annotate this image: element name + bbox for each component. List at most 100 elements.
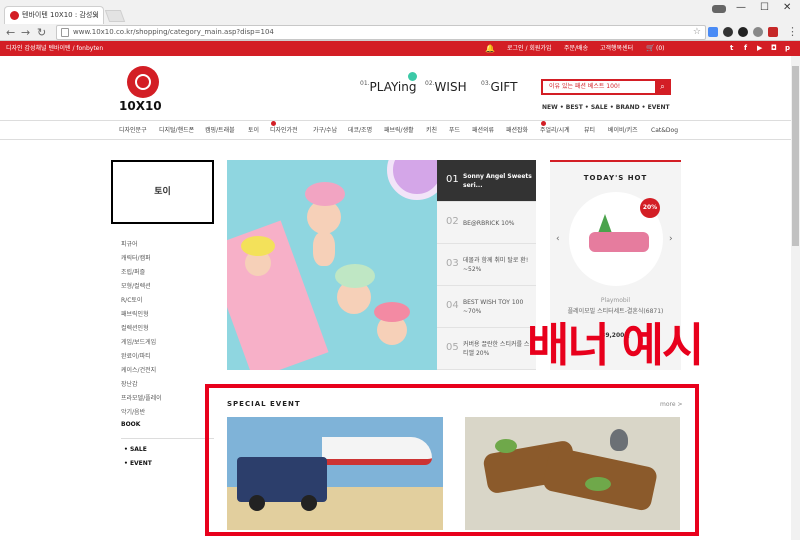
browser-tab[interactable]: 텐바이텐 10X10 : 감성의 × [4, 6, 104, 24]
category-item[interactable]: 가구/수납 [313, 121, 337, 140]
extension-pdf-icon[interactable] [768, 27, 778, 37]
sidebar-item[interactable]: 컬렉션인형 [121, 323, 149, 332]
category-title: 토이 [111, 160, 214, 224]
sidebar-item[interactable]: 완료이/파티 [121, 351, 151, 360]
favicon-icon [10, 11, 19, 20]
forward-button[interactable]: → [21, 26, 30, 39]
annotation-box [205, 384, 699, 536]
nav-label: PLAYing [369, 80, 417, 94]
banner-list-num: 02 [446, 216, 459, 227]
category-item[interactable]: 디자인문구 [119, 121, 147, 140]
nav-label: GIFT [490, 80, 518, 94]
logo-text[interactable]: 10X10 [119, 99, 162, 113]
category-item[interactable]: 캠핑/트래블 [205, 121, 235, 140]
sidebar-item-book[interactable]: BOOK [121, 421, 140, 428]
sidebar-item[interactable]: 장난감 [121, 379, 138, 388]
banner-doll-hat [241, 236, 275, 256]
tagline: 디자인 감성채널 텐바이텐 / fonbyten [6, 45, 104, 52]
sidebar-item[interactable]: 악기/음반 [121, 407, 145, 416]
address-bar[interactable]: www.10x10.co.kr/shopping/category_main.a… [56, 25, 706, 40]
notification-bell-icon[interactable]: 🔔 [485, 41, 495, 56]
category-item[interactable]: 패브릭/생활 [384, 121, 414, 140]
youtube-icon[interactable]: ▶ [757, 41, 762, 56]
banner-list-text: Sonny Angel Sweets seri... [463, 173, 532, 189]
scrollbar[interactable] [791, 56, 800, 540]
extension-icon[interactable] [738, 27, 748, 37]
banner-list-num: 04 [446, 300, 459, 311]
sidebar-item[interactable]: 모형/컬렉션 [121, 281, 151, 290]
sidebar-item-event[interactable]: • EVENT [124, 460, 152, 467]
category-nav: 디자인문구 디지털/핸드폰 캠핑/트래블 토이 디자인가전 가구/수납 데코/조… [0, 120, 800, 140]
maximize-button[interactable]: ☐ [760, 2, 769, 13]
back-button[interactable]: ← [6, 26, 15, 39]
search-icon[interactable]: ⌕ [655, 80, 670, 94]
sidebar-item[interactable]: 게임/보드게임 [121, 337, 156, 346]
extension-icon[interactable] [723, 27, 733, 37]
category-item[interactable]: 데코/조명 [348, 121, 372, 140]
banner-list-item[interactable]: 01 Sonny Angel Sweets seri... [437, 160, 536, 202]
extension-translate-icon[interactable] [708, 27, 718, 37]
sidebar-item-sale[interactable]: • SALE [124, 446, 147, 453]
sidebar-item[interactable]: 캐릭터/캠퍼 [121, 253, 151, 262]
pinterest-icon[interactable]: p [785, 41, 790, 56]
close-window-button[interactable]: ✕ [783, 2, 791, 13]
banner-list-num: 05 [446, 342, 459, 353]
nav-num: 02. [425, 80, 435, 87]
browser-menu-icon[interactable]: ⋮ [787, 25, 798, 38]
category-item[interactable]: 디지털/핸드폰 [159, 121, 194, 140]
new-tab-button[interactable] [104, 10, 126, 22]
sidebar-item[interactable]: 케이스/건전지 [121, 365, 156, 374]
cart-count[interactable]: (0) [656, 41, 665, 56]
twitter-icon[interactable]: t [730, 41, 733, 56]
extension-icon[interactable] [753, 27, 763, 37]
top-utility-bar: 디자인 감성채널 텐바이텐 / fonbyten 🔔 로그인 / 회원가입 주문… [0, 41, 800, 56]
category-item[interactable]: 뷰티 [584, 121, 595, 140]
main-banner-image[interactable] [227, 160, 437, 370]
new-badge-icon [408, 72, 417, 81]
banner-list-item[interactable]: 05 커버용 끌란한 스티커를 스티앨 20% [437, 328, 536, 370]
category-item[interactable]: 베이비/키즈 [608, 121, 638, 140]
prev-arrow-icon[interactable]: ‹ [556, 234, 560, 244]
category-item[interactable]: 푸드 [449, 121, 460, 140]
scrollbar-thumb[interactable] [792, 66, 799, 246]
banner-candy [387, 160, 437, 200]
quick-links[interactable]: NEW • BEST • SALE • BRAND • EVENT [542, 104, 670, 111]
customer-center-link[interactable]: 고객행복센터 [600, 41, 633, 56]
banner-doll-hat [374, 302, 410, 322]
minimize-button[interactable]: — [736, 2, 746, 13]
category-item[interactable]: 패션잡화 [506, 121, 528, 140]
next-arrow-icon[interactable]: › [669, 234, 673, 244]
login-link[interactable]: 로그인 / 회원가입 [507, 41, 551, 56]
sidebar-item[interactable]: 피규어 [121, 239, 138, 248]
order-link[interactable]: 주문/배송 [564, 41, 588, 56]
facebook-icon[interactable]: f [744, 41, 747, 56]
product-toy [589, 232, 649, 252]
browser-chrome: 텐바이텐 10X10 : 감성의 × — ☐ ✕ ← → ↻ www.10x10… [0, 0, 800, 41]
nav-playing[interactable]: 01.PLAYing [360, 72, 417, 94]
nav-gift[interactable]: 03.GIFT [481, 80, 517, 94]
sidebar-divider [121, 438, 214, 439]
page-icon [61, 28, 69, 37]
banner-list-item[interactable]: 02 BE@RBRICK 10% [437, 202, 536, 244]
category-item[interactable]: 패션의류 [472, 121, 494, 140]
category-item[interactable]: 토이 [248, 121, 259, 140]
sidebar-item[interactable]: 패브릭인형 [121, 309, 149, 318]
banner-doll [313, 232, 335, 266]
banner-list-item[interactable]: 03 데몰과 함께 취미 탈로 환! ~52% [437, 244, 536, 286]
sidebar-item[interactable]: R/C토이 [121, 295, 142, 304]
cart-icon[interactable]: 🛒 [646, 41, 655, 56]
category-item[interactable]: Cat&Dog [651, 121, 678, 140]
instagram-icon[interactable]: ◘ [771, 41, 777, 56]
product-brand[interactable]: Playmobil [550, 297, 681, 304]
reload-button[interactable]: ↻ [37, 26, 46, 39]
category-item[interactable]: 키친 [426, 121, 437, 140]
profile-icon[interactable] [712, 5, 726, 13]
bookmark-star-icon[interactable]: ☆ [693, 26, 701, 39]
logo-icon[interactable] [127, 66, 159, 98]
sidebar-item[interactable]: 조립/퍼즐 [121, 267, 145, 276]
banner-list-item[interactable]: 04 BEST WISH TOY 100 ~70% [437, 286, 536, 328]
sidebar-item[interactable]: 프라모델/플레이 [121, 393, 162, 402]
nav-wish[interactable]: 02.WISH [425, 80, 467, 94]
tab-close-icon[interactable]: × [92, 7, 99, 24]
search-input[interactable]: 이유 있는 패션 베스트 100! ⌕ [541, 79, 671, 95]
